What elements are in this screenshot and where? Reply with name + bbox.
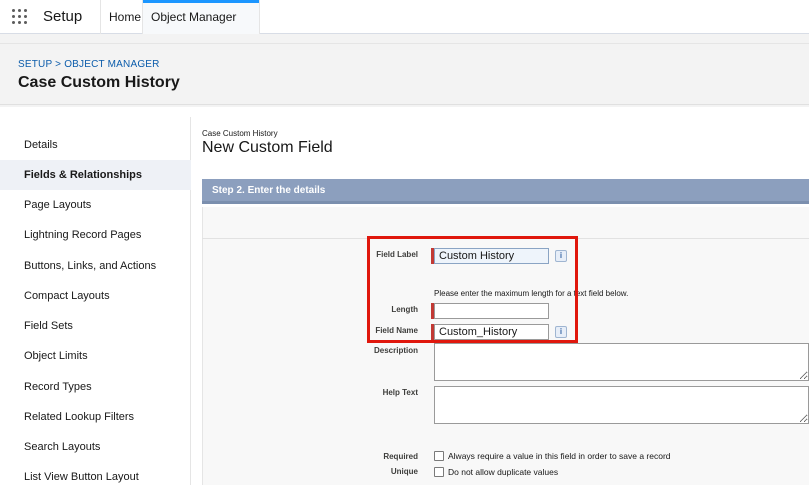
step-label: Step 2. Enter the details bbox=[212, 185, 326, 196]
tab-object-manager[interactable]: Object Manager bbox=[142, 0, 260, 55]
tab-home-label: Home bbox=[109, 10, 142, 24]
app-name: Setup bbox=[43, 8, 83, 25]
top-navigation: Setup Home Object Manager bbox=[0, 0, 809, 55]
info-icon[interactable]: i bbox=[555, 250, 567, 262]
description-textarea[interactable] bbox=[434, 343, 809, 381]
sidebar-item-field-sets[interactable]: Field Sets bbox=[0, 311, 191, 341]
breadcrumb: SETUP > OBJECT MANAGER bbox=[18, 59, 160, 70]
unique-checkbox[interactable] bbox=[434, 467, 444, 477]
sidebar-item-page-layouts[interactable]: Page Layouts bbox=[0, 190, 191, 220]
breadcrumb-setup[interactable]: SETUP bbox=[18, 59, 52, 70]
unique-label: Unique bbox=[390, 467, 418, 476]
sidebar-item-compact-layouts[interactable]: Compact Layouts bbox=[0, 281, 191, 311]
sidebar-item-related-lookup-filters[interactable]: Related Lookup Filters bbox=[0, 402, 191, 432]
sidebar-item-buttons-links-actions[interactable]: Buttons, Links, and Actions bbox=[0, 251, 191, 281]
length-input[interactable] bbox=[434, 303, 549, 319]
field-label-input[interactable] bbox=[434, 248, 549, 264]
field-name-input[interactable] bbox=[434, 324, 549, 340]
divider bbox=[202, 238, 809, 239]
sidebar-item-list-view-button-layout[interactable]: List View Button Layout bbox=[0, 462, 191, 492]
object-label: Case Custom History bbox=[202, 129, 278, 138]
sidebar-item-record-types[interactable]: Record Types bbox=[0, 372, 191, 402]
app-launcher-icon[interactable] bbox=[12, 9, 28, 25]
sidebar-item-object-limits[interactable]: Object Limits bbox=[0, 341, 191, 371]
required-checkbox[interactable] bbox=[434, 451, 444, 461]
required-label: Required bbox=[383, 452, 418, 461]
required-checkbox-text: Always require a value in this field in … bbox=[448, 451, 671, 461]
sidebar: Details Fields & Relationships Page Layo… bbox=[0, 117, 191, 485]
description-label: Description bbox=[373, 346, 418, 355]
breadcrumb-separator: > bbox=[55, 59, 62, 70]
help-text-textarea[interactable] bbox=[434, 386, 809, 424]
sidebar-item-lightning-record-pages[interactable]: Lightning Record Pages bbox=[0, 220, 191, 250]
sidebar-item-search-layouts[interactable]: Search Layouts bbox=[0, 432, 191, 462]
sidebar-item-details[interactable]: Details bbox=[0, 130, 191, 160]
field-label-label: Field Label bbox=[376, 250, 418, 259]
unique-checkbox-text: Do not allow duplicate values bbox=[448, 467, 559, 477]
help-text-label: Help Text bbox=[382, 388, 418, 397]
page-title: Case Custom History bbox=[18, 74, 180, 91]
info-icon[interactable]: i bbox=[555, 326, 567, 338]
main-title: New Custom Field bbox=[202, 139, 333, 156]
length-hint: Please enter the maximum length for a te… bbox=[434, 289, 629, 298]
sidebar-item-fields-relationships[interactable]: Fields & Relationships bbox=[0, 160, 191, 190]
tab-object-manager-label: Object Manager bbox=[151, 10, 237, 24]
length-label: Length bbox=[391, 305, 418, 314]
breadcrumb-object-manager[interactable]: OBJECT MANAGER bbox=[64, 59, 159, 70]
field-name-label: Field Name bbox=[375, 326, 418, 335]
